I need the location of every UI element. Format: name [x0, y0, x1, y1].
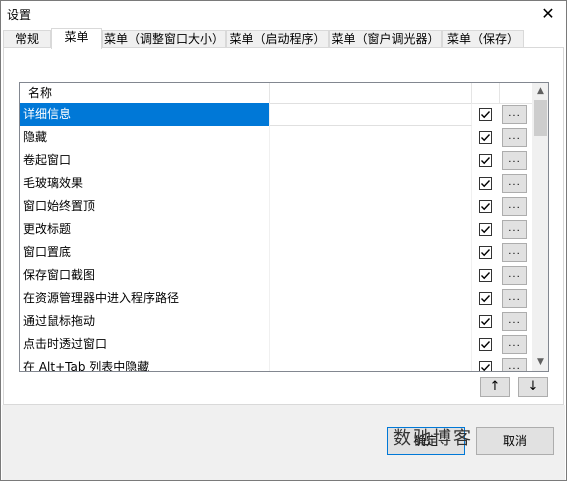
more-options-button[interactable]: ... — [502, 266, 527, 285]
list-item-name: 点击时透过窗口 — [20, 333, 270, 356]
more-options-button[interactable]: ... — [502, 335, 527, 354]
more-options-button[interactable]: ... — [502, 197, 527, 216]
list-item[interactable]: 通过鼠标拖动... — [20, 310, 532, 333]
enabled-checkbox[interactable] — [479, 338, 492, 351]
more-options-button[interactable]: ... — [502, 243, 527, 262]
scroll-up-icon[interactable]: ▲ — [532, 83, 548, 100]
tab-menu-save[interactable]: 菜单（保存） — [442, 30, 524, 47]
enabled-checkbox[interactable] — [479, 223, 492, 236]
more-options-button[interactable]: ... — [502, 289, 527, 308]
list-item-value — [270, 310, 472, 333]
vertical-scrollbar[interactable]: ▲ ▼ — [532, 83, 548, 371]
list-rows: 详细信息... 隐藏... 卷起窗口... 毛玻璃效果... 窗口始终置顶... 更改标题… — [20, 103, 532, 371]
move-down-button[interactable]: ↓ — [518, 377, 548, 397]
list-item-name: 卷起窗口 — [20, 149, 270, 172]
list-item-value — [270, 333, 472, 356]
tab-menu-launch[interactable]: 菜单（启动程序） — [226, 30, 329, 47]
enabled-checkbox[interactable] — [479, 108, 492, 121]
enabled-checkbox[interactable] — [479, 315, 492, 328]
list-item-value — [270, 103, 472, 126]
list-item[interactable]: 窗口始终置顶... — [20, 195, 532, 218]
column-header-2[interactable] — [270, 83, 472, 103]
list-header: 名称 — [20, 83, 532, 104]
list-item-name: 通过鼠标拖动 — [20, 310, 270, 333]
enabled-checkbox[interactable] — [479, 131, 492, 144]
enabled-checkbox[interactable] — [479, 154, 492, 167]
tab-menu-resize[interactable]: 菜单（调整窗口大小） — [102, 30, 226, 47]
tab-menu-dimmer[interactable]: 菜单（窗户调光器） — [329, 30, 442, 47]
list-item[interactable]: 保存窗口截图... — [20, 264, 532, 287]
list-item-name: 窗口始终置顶 — [20, 195, 270, 218]
list-item-name: 更改标题 — [20, 218, 270, 241]
move-up-button[interactable]: ↑ — [480, 377, 510, 397]
list-item-value — [270, 195, 472, 218]
list-item[interactable]: 卷起窗口... — [20, 149, 532, 172]
more-options-button[interactable]: ... — [502, 128, 527, 147]
scroll-thumb[interactable] — [534, 100, 547, 136]
more-options-button[interactable]: ... — [502, 151, 527, 170]
list-item[interactable]: 更改标题... — [20, 218, 532, 241]
enabled-checkbox[interactable] — [479, 269, 492, 282]
list-item[interactable]: 点击时透过窗口... — [20, 333, 532, 356]
close-icon[interactable]: ✕ — [536, 3, 560, 25]
more-options-button[interactable]: ... — [502, 220, 527, 239]
menu-items-list: 名称 详细信息... 隐藏... 卷起窗口... 毛玻璃效果... 窗口始终置顶... 更… — [19, 82, 549, 372]
column-header-3[interactable] — [472, 83, 500, 103]
enabled-checkbox[interactable] — [479, 177, 492, 190]
enabled-checkbox[interactable] — [479, 361, 492, 371]
enabled-checkbox[interactable] — [479, 200, 492, 213]
list-item-value — [270, 172, 472, 195]
more-options-button[interactable]: ... — [502, 105, 527, 124]
list-item[interactable]: 详细信息... — [20, 103, 532, 126]
window-title: 设置 — [7, 8, 32, 22]
list-item[interactable]: 毛玻璃效果... — [20, 172, 532, 195]
list-item-value — [270, 287, 472, 310]
footer: 确定 取消 — [2, 405, 565, 480]
enabled-checkbox[interactable] — [479, 292, 492, 305]
list-item-value — [270, 241, 472, 264]
list-item[interactable]: 在 Alt+Tab 列表中隐藏... — [20, 356, 532, 371]
title-bar: 设置 ✕ — [1, 1, 566, 27]
list-item[interactable]: 在资源管理器中进入程序路径... — [20, 287, 532, 310]
list-item[interactable]: 隐藏... — [20, 126, 532, 149]
settings-window: 设置 ✕ 常规 菜单 菜单（调整窗口大小） 菜单（启动程序） 菜单（窗户调光器）… — [0, 0, 567, 481]
list-item-name: 保存窗口截图 — [20, 264, 270, 287]
list-item-name: 隐藏 — [20, 126, 270, 149]
list-item[interactable]: 窗口置底... — [20, 241, 532, 264]
column-header-name[interactable]: 名称 — [20, 83, 270, 103]
list-item-value — [270, 126, 472, 149]
scroll-down-icon[interactable]: ▼ — [532, 354, 548, 371]
list-item-name: 窗口置底 — [20, 241, 270, 264]
more-options-button[interactable]: ... — [502, 358, 527, 371]
watermark: 数驰博客 — [393, 428, 473, 449]
tab-menu[interactable]: 菜单 — [51, 28, 102, 49]
list-item-name: 详细信息 — [20, 103, 270, 126]
enabled-checkbox[interactable] — [479, 246, 492, 259]
more-options-button[interactable]: ... — [502, 312, 527, 331]
list-item-value — [270, 264, 472, 287]
more-options-button[interactable]: ... — [502, 174, 527, 193]
list-item-name: 在 Alt+Tab 列表中隐藏 — [20, 356, 270, 371]
list-item-value — [270, 356, 472, 371]
list-item-value — [270, 149, 472, 172]
cancel-button[interactable]: 取消 — [476, 427, 554, 455]
list-item-name: 毛玻璃效果 — [20, 172, 270, 195]
tab-strip: 常规 菜单 菜单（调整窗口大小） 菜单（启动程序） 菜单（窗户调光器） 菜单（保… — [3, 28, 564, 49]
list-item-value — [270, 218, 472, 241]
list-item-name: 在资源管理器中进入程序路径 — [20, 287, 270, 310]
tab-general[interactable]: 常规 — [3, 30, 51, 47]
